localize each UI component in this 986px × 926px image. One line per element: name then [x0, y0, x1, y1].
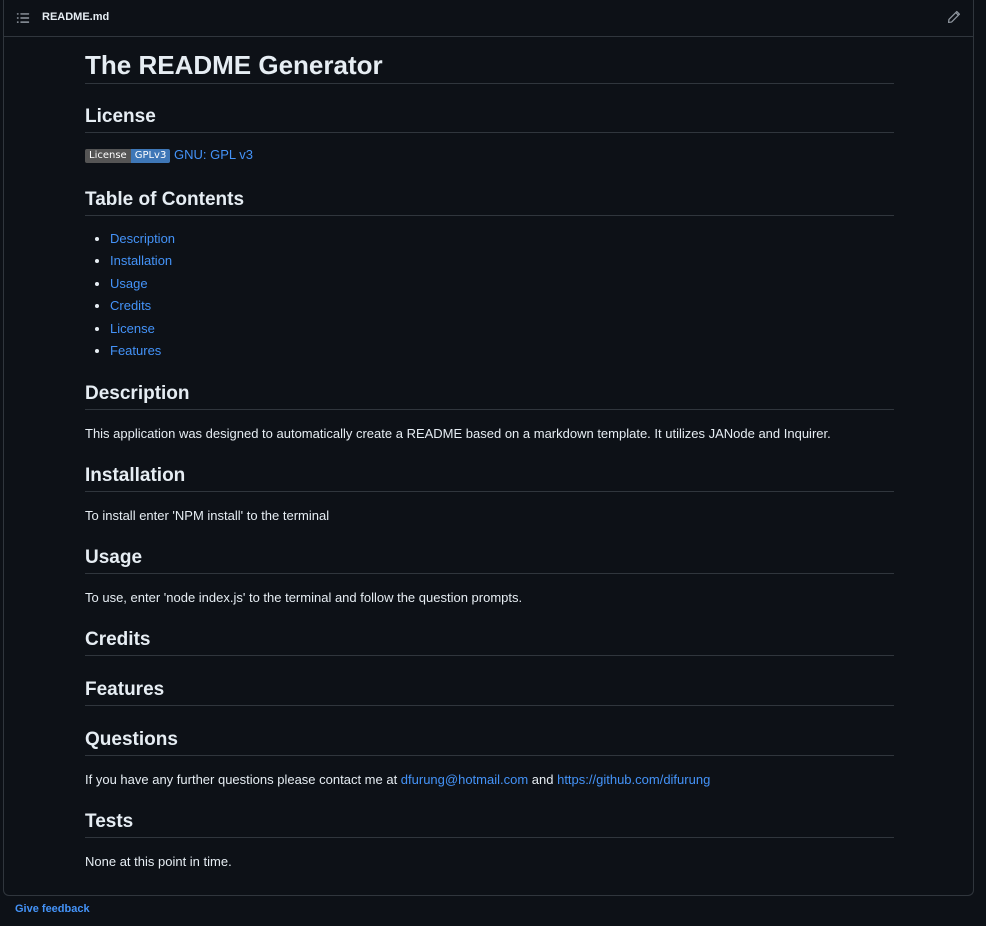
- toc-link-features[interactable]: Features: [110, 343, 161, 358]
- heading-description: Description: [85, 381, 894, 410]
- readme-file-box: README.md The README Generator License L…: [3, 0, 974, 896]
- description-text: This application was designed to automat…: [85, 426, 831, 441]
- readme-title: The README Generator: [85, 37, 894, 84]
- pencil-icon[interactable]: [947, 10, 961, 24]
- questions-text: If you have any further questions please…: [85, 772, 711, 787]
- section-features: Features: [85, 677, 894, 706]
- toc-link-usage[interactable]: Usage: [110, 276, 148, 291]
- list-item: Installation: [110, 250, 894, 272]
- installation-text: To install enter 'NPM install' to the te…: [85, 508, 330, 523]
- toc-link-license[interactable]: License: [110, 321, 155, 336]
- heading-credits: Credits: [85, 627, 894, 656]
- license-link[interactable]: GNU: GPL v3: [174, 147, 253, 162]
- list-item: Credits: [110, 295, 894, 317]
- tests-text: None at this point in time.: [85, 854, 232, 869]
- github-link[interactable]: https://github.com/difurung: [557, 772, 710, 787]
- heading-license: License: [85, 104, 894, 133]
- list-item: License: [110, 318, 894, 340]
- section-installation: Installation To install enter 'NPM insta…: [85, 463, 894, 526]
- license-badge: License GPLv3: [85, 149, 171, 163]
- section-description: Description This application was designe…: [85, 381, 894, 444]
- section-credits: Credits: [85, 627, 894, 656]
- list-item: Description: [110, 228, 894, 250]
- toc-link-installation[interactable]: Installation: [110, 253, 172, 268]
- section-toc: Table of Contents Description Installati…: [85, 187, 894, 362]
- markdown-body: The README Generator License License GPLv…: [85, 37, 894, 869]
- list-item: Usage: [110, 273, 894, 295]
- toc-link-description[interactable]: Description: [110, 231, 175, 246]
- email-link[interactable]: dfurung@hotmail.com: [401, 772, 528, 787]
- file-name: README.md: [42, 11, 110, 23]
- section-usage: Usage To use, enter 'node index.js' to t…: [85, 545, 894, 608]
- heading-tests: Tests: [85, 809, 894, 838]
- file-header: README.md: [4, 0, 973, 37]
- section-questions: Questions If you have any further questi…: [85, 727, 894, 790]
- heading-questions: Questions: [85, 727, 894, 756]
- toc-list: Description Installation Usage Credits L…: [85, 228, 894, 362]
- section-tests: Tests None at this point in time.: [85, 809, 894, 872]
- list-item: Features: [110, 340, 894, 362]
- toc-link-credits[interactable]: Credits: [110, 298, 151, 313]
- section-license: License License GPLv3 GNU: GPL v3: [85, 104, 894, 165]
- usage-text: To use, enter 'node index.js' to the ter…: [85, 590, 523, 605]
- list-icon[interactable]: [16, 11, 30, 25]
- heading-features: Features: [85, 677, 894, 706]
- heading-usage: Usage: [85, 545, 894, 574]
- give-feedback-link[interactable]: Give feedback: [15, 903, 90, 915]
- heading-installation: Installation: [85, 463, 894, 492]
- heading-table-of-contents: Table of Contents: [85, 187, 894, 216]
